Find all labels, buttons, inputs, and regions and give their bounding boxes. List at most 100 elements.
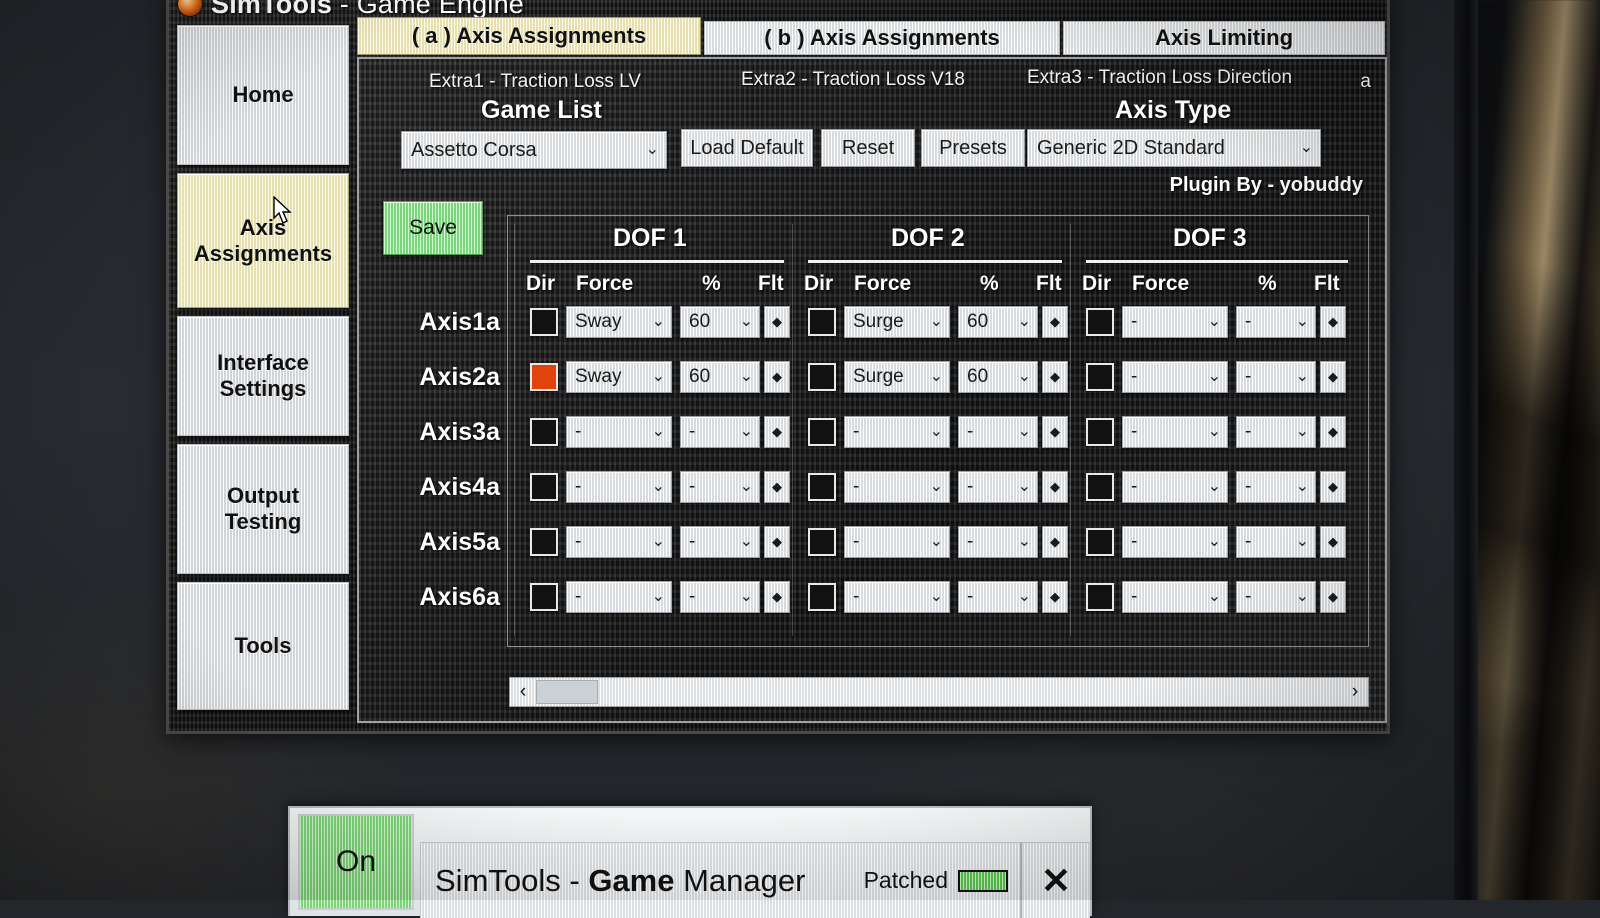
- pct-dropdown-axis2a-dof2[interactable]: 60 ⌄: [958, 361, 1038, 393]
- game-list-dropdown[interactable]: Assetto Corsa ⌄: [401, 131, 667, 169]
- flt-dropdown-axis2a-dof1[interactable]: ◆: [764, 361, 790, 393]
- dir-checkbox-axis5a-dof3[interactable]: [1086, 528, 1114, 556]
- axis-type-dropdown[interactable]: Generic 2D Standard ⌄: [1027, 129, 1321, 167]
- dir-checkbox-axis4a-dof2[interactable]: [808, 473, 836, 501]
- force-dropdown-axis1a-dof3[interactable]: - ⌄: [1122, 306, 1228, 338]
- scroll-right-arrow-icon[interactable]: ›: [1342, 681, 1368, 703]
- flt-dropdown-axis3a-dof2[interactable]: ◆: [1042, 416, 1068, 448]
- scroll-left-arrow-icon[interactable]: ‹: [510, 681, 536, 703]
- presets-button[interactable]: Presets: [921, 129, 1025, 167]
- pct-dropdown-axis6a-dof3[interactable]: - ⌄: [1236, 581, 1316, 613]
- dir-checkbox-axis1a-dof2[interactable]: [808, 308, 836, 336]
- force-dropdown-axis3a-dof1[interactable]: - ⌄: [566, 416, 672, 448]
- dir-checkbox-axis3a-dof2[interactable]: [808, 418, 836, 446]
- flt-dropdown-axis6a-dof1[interactable]: ◆: [764, 581, 790, 613]
- dir-checkbox-axis5a-dof2[interactable]: [808, 528, 836, 556]
- chevron-down-icon: ⌄: [739, 423, 753, 440]
- force-dropdown-axis6a-dof1[interactable]: - ⌄: [566, 581, 672, 613]
- sidebar-item-tools[interactable]: Tools: [177, 582, 349, 710]
- dir-checkbox-axis1a-dof3[interactable]: [1086, 308, 1114, 336]
- flt-dropdown-axis3a-dof3[interactable]: ◆: [1320, 416, 1346, 448]
- tab-axis-limiting[interactable]: Axis Limiting: [1063, 21, 1385, 55]
- dir-checkbox-axis6a-dof2[interactable]: [808, 583, 836, 611]
- flt-dropdown-axis4a-dof1-value: ◆: [772, 479, 782, 494]
- force-dropdown-axis3a-dof2[interactable]: - ⌄: [844, 416, 950, 448]
- pct-dropdown-axis3a-dof3-value: -: [1245, 421, 1252, 442]
- pct-dropdown-axis4a-dof2[interactable]: - ⌄: [958, 471, 1038, 503]
- pct-dropdown-axis1a-dof3[interactable]: - ⌄: [1236, 306, 1316, 338]
- sidebar-item-output-testing[interactable]: Output Testing: [177, 444, 349, 574]
- pct-dropdown-axis2a-dof3[interactable]: - ⌄: [1236, 361, 1316, 393]
- dir-checkbox-axis2a-dof2[interactable]: [808, 363, 836, 391]
- dir-checkbox-axis3a-dof3[interactable]: [1086, 418, 1114, 446]
- flt-dropdown-axis4a-dof2[interactable]: ◆: [1042, 471, 1068, 503]
- force-dropdown-axis2a-dof2[interactable]: Surge ⌄: [844, 361, 950, 393]
- force-dropdown-axis2a-dof1[interactable]: Sway ⌄: [566, 361, 672, 393]
- flt-dropdown-axis4a-dof1[interactable]: ◆: [764, 471, 790, 503]
- reset-button[interactable]: Reset: [821, 129, 915, 167]
- chevron-down-icon: ⌄: [1017, 313, 1031, 330]
- force-dropdown-axis1a-dof1[interactable]: Sway ⌄: [566, 306, 672, 338]
- load-default-label: Load Default: [690, 136, 804, 159]
- dir-checkbox-axis4a-dof1[interactable]: [530, 473, 558, 501]
- tab-axis-assignments-b[interactable]: ( b ) Axis Assignments: [704, 21, 1060, 55]
- pct-dropdown-axis6a-dof2[interactable]: - ⌄: [958, 581, 1038, 613]
- flt-dropdown-axis1a-dof3[interactable]: ◆: [1320, 306, 1346, 338]
- force-dropdown-axis4a-dof2[interactable]: - ⌄: [844, 471, 950, 503]
- flt-dropdown-axis4a-dof3[interactable]: ◆: [1320, 471, 1346, 503]
- tab-axis-assignments-a[interactable]: ( a ) Axis Assignments: [357, 17, 701, 55]
- dir-checkbox-axis1a-dof1[interactable]: [530, 308, 558, 336]
- pct-dropdown-axis5a-dof3[interactable]: - ⌄: [1236, 526, 1316, 558]
- pct-dropdown-axis4a-dof3[interactable]: - ⌄: [1236, 471, 1316, 503]
- dir-checkbox-axis2a-dof3[interactable]: [1086, 363, 1114, 391]
- sidebar-item-home[interactable]: Home: [177, 25, 349, 165]
- close-button[interactable]: ✕: [1020, 843, 1090, 918]
- pct-dropdown-axis5a-dof1[interactable]: - ⌄: [680, 526, 760, 558]
- force-dropdown-axis2a-dof3[interactable]: - ⌄: [1122, 361, 1228, 393]
- pct-dropdown-axis3a-dof3[interactable]: - ⌄: [1236, 416, 1316, 448]
- dir-checkbox-axis6a-dof1[interactable]: [530, 583, 558, 611]
- flt-dropdown-axis6a-dof2[interactable]: ◆: [1042, 581, 1068, 613]
- pct-dropdown-axis3a-dof1[interactable]: - ⌄: [680, 416, 760, 448]
- pct-dropdown-axis1a-dof2[interactable]: 60 ⌄: [958, 306, 1038, 338]
- sidebar-item-axis-assignments[interactable]: Axis Assignments: [177, 173, 349, 308]
- flt-dropdown-axis1a-dof2[interactable]: ◆: [1042, 306, 1068, 338]
- flt-dropdown-axis2a-dof2[interactable]: ◆: [1042, 361, 1068, 393]
- pct-dropdown-axis2a-dof1[interactable]: 60 ⌄: [680, 361, 760, 393]
- pct-dropdown-axis3a-dof2[interactable]: - ⌄: [958, 416, 1038, 448]
- dir-checkbox-axis5a-dof1[interactable]: [530, 528, 558, 556]
- flt-dropdown-axis5a-dof2[interactable]: ◆: [1042, 526, 1068, 558]
- dir-checkbox-axis3a-dof1[interactable]: [530, 418, 558, 446]
- force-dropdown-axis4a-dof3[interactable]: - ⌄: [1122, 471, 1228, 503]
- force-dropdown-axis5a-dof1[interactable]: - ⌄: [566, 526, 672, 558]
- force-dropdown-axis3a-dof3[interactable]: - ⌄: [1122, 416, 1228, 448]
- game-manager-on-button[interactable]: On: [298, 814, 414, 910]
- force-dropdown-axis5a-dof3[interactable]: - ⌄: [1122, 526, 1228, 558]
- flt-dropdown-axis5a-dof3[interactable]: ◆: [1320, 526, 1346, 558]
- dir-checkbox-axis4a-dof3[interactable]: [1086, 473, 1114, 501]
- pct-dropdown-axis4a-dof1[interactable]: - ⌄: [680, 471, 760, 503]
- flt-dropdown-axis6a-dof3[interactable]: ◆: [1320, 581, 1346, 613]
- force-dropdown-axis5a-dof2[interactable]: - ⌄: [844, 526, 950, 558]
- column-header-dir-dof1: Dir: [526, 272, 556, 295]
- pct-dropdown-axis5a-dof2-value: -: [967, 531, 974, 552]
- force-dropdown-axis6a-dof3[interactable]: - ⌄: [1122, 581, 1228, 613]
- flt-dropdown-axis1a-dof1[interactable]: ◆: [764, 306, 790, 338]
- flt-dropdown-axis5a-dof1[interactable]: ◆: [764, 526, 790, 558]
- load-default-button[interactable]: Load Default: [681, 129, 813, 167]
- dir-checkbox-axis6a-dof3[interactable]: [1086, 583, 1114, 611]
- save-button[interactable]: Save: [383, 201, 483, 255]
- dir-checkbox-axis2a-dof1[interactable]: [530, 363, 558, 391]
- sidebar-item-interface-settings[interactable]: Interface Settings: [177, 316, 349, 436]
- scrollbar-thumb[interactable]: [536, 680, 598, 704]
- horizontal-scrollbar[interactable]: ‹ ›: [509, 677, 1369, 707]
- pct-dropdown-axis1a-dof1[interactable]: 60 ⌄: [680, 306, 760, 338]
- column-header-flt-dof3: Flt: [1314, 272, 1340, 295]
- force-dropdown-axis4a-dof1[interactable]: - ⌄: [566, 471, 672, 503]
- force-dropdown-axis6a-dof2[interactable]: - ⌄: [844, 581, 950, 613]
- force-dropdown-axis1a-dof2[interactable]: Surge ⌄: [844, 306, 950, 338]
- flt-dropdown-axis2a-dof3[interactable]: ◆: [1320, 361, 1346, 393]
- pct-dropdown-axis6a-dof1[interactable]: - ⌄: [680, 581, 760, 613]
- flt-dropdown-axis3a-dof1[interactable]: ◆: [764, 416, 790, 448]
- pct-dropdown-axis5a-dof2[interactable]: - ⌄: [958, 526, 1038, 558]
